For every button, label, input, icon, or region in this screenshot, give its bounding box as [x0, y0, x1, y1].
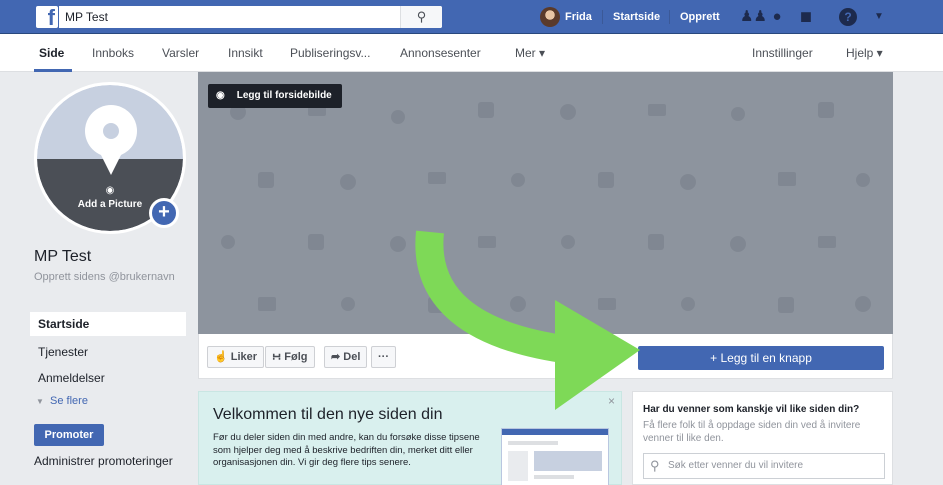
- tab-settings[interactable]: Innstillinger: [752, 34, 813, 72]
- facebook-logo-icon[interactable]: f: [36, 5, 58, 30]
- follow-label: Følg: [284, 351, 308, 363]
- tab-insights[interactable]: Innsikt: [228, 34, 263, 72]
- more-options-button[interactable]: ···: [371, 346, 396, 368]
- tab-ad-center[interactable]: Annonsesenter: [400, 34, 481, 72]
- cover-photo-area[interactable]: [198, 72, 893, 334]
- share-label: Del: [343, 351, 361, 363]
- notifications-icon[interactable]: ◼: [797, 8, 815, 26]
- see-more-link[interactable]: ▼ Se flere: [36, 395, 88, 407]
- invite-friends-card: Har du venner som kanskje vil like siden…: [632, 391, 893, 485]
- manage-promotions-link[interactable]: Administrer promoteringer: [34, 454, 173, 468]
- tab-more[interactable]: Mer ▾: [515, 34, 545, 72]
- rss-icon: ∺: [272, 351, 282, 363]
- add-button-cta[interactable]: + Legg til en knapp: [638, 346, 884, 370]
- invite-title: Har du venner som kanskje vil like siden…: [643, 404, 860, 415]
- welcome-title: Velkommen til den nye siden din: [213, 406, 443, 423]
- share-button[interactable]: ➦ Del: [324, 346, 368, 368]
- chevron-down-icon: ▼: [36, 397, 44, 406]
- top-bar: f MP Test ⚲ Frida Startside Opprett ♟♟ ●…: [0, 0, 943, 34]
- thumbs-up-icon: ☝: [214, 351, 228, 363]
- page-nav: Side Innboks Varsler Innsikt Publisering…: [0, 34, 943, 72]
- divider: [602, 10, 603, 24]
- invite-placeholder: Søk etter venner du vil invitere: [668, 460, 804, 471]
- tab-page[interactable]: Side: [39, 34, 64, 72]
- see-more-label: Se flere: [50, 395, 88, 407]
- add-cover-label: Legg til forsidebilde: [236, 90, 332, 101]
- like-label: Liker: [230, 351, 258, 363]
- invite-text: Få flere folk til å oppdage siden din ve…: [643, 420, 861, 444]
- search-icon: ⚲: [650, 458, 660, 473]
- search-icon[interactable]: ⚲: [400, 6, 442, 28]
- add-profile-picture-button[interactable]: +: [149, 198, 179, 228]
- close-icon[interactable]: ×: [608, 394, 615, 408]
- messenger-icon[interactable]: ●: [768, 8, 786, 26]
- help-icon[interactable]: ?: [839, 8, 857, 26]
- cover-pattern: [221, 102, 871, 313]
- page-preview-illustration: [501, 428, 609, 485]
- active-tab-indicator: [34, 69, 72, 72]
- welcome-card: Velkommen til den nye siden din Før du d…: [198, 391, 622, 485]
- camera-icon: ◉: [105, 185, 115, 196]
- promote-button[interactable]: Promoter: [34, 424, 104, 446]
- search-input[interactable]: MP Test: [59, 6, 442, 28]
- friend-requests-icon[interactable]: ♟♟: [740, 8, 767, 26]
- page-title: MP Test: [34, 248, 92, 265]
- create-link[interactable]: Opprett: [680, 0, 720, 34]
- welcome-text: Før du deler siden din med andre, kan du…: [213, 432, 480, 468]
- profile-link[interactable]: Frida: [565, 0, 592, 34]
- invite-search-input[interactable]: ⚲ Søk etter venner du vil invitere: [643, 453, 885, 479]
- divider: [669, 10, 670, 24]
- follow-button[interactable]: ∺ Følg: [265, 346, 315, 368]
- chevron-down-icon[interactable]: ▼: [870, 8, 888, 26]
- home-link[interactable]: Startside: [613, 0, 660, 34]
- tab-notifications[interactable]: Varsler: [162, 34, 199, 72]
- create-username-link[interactable]: Opprett sidens @brukernavn: [34, 271, 184, 284]
- camera-icon: ◉: [216, 90, 225, 101]
- like-button[interactable]: ☝ Liker: [207, 346, 265, 368]
- tab-publishing[interactable]: Publiseringsv...: [290, 34, 370, 72]
- sidebar-item-home[interactable]: Startside: [30, 312, 186, 336]
- sidebar-item-services[interactable]: Tjenester: [30, 340, 186, 364]
- share-icon: ➦: [331, 351, 341, 363]
- tab-inbox[interactable]: Innboks: [92, 34, 134, 72]
- tab-help[interactable]: Hjelp ▾: [846, 34, 883, 72]
- sidebar-item-reviews[interactable]: Anmeldelser: [30, 366, 186, 390]
- add-cover-photo-button[interactable]: ◉ Legg til forsidebilde: [208, 84, 342, 108]
- avatar[interactable]: [540, 7, 560, 27]
